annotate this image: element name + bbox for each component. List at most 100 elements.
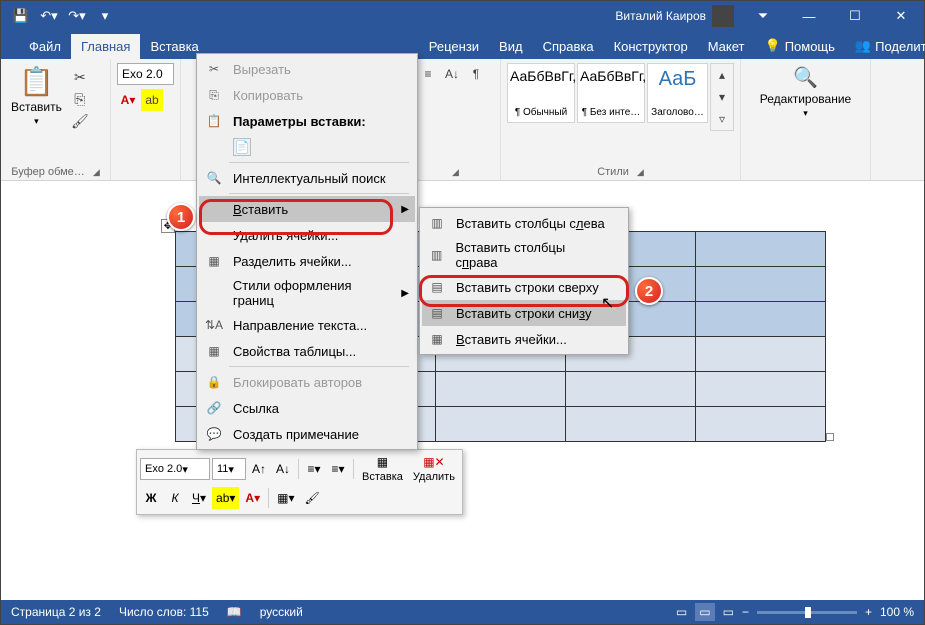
ctx-block-authors[interactable]: 🔒Блокировать авторов: [199, 369, 415, 395]
ctx-table-properties[interactable]: ▦Свойства таблицы...: [199, 338, 415, 364]
editing-button[interactable]: 🔍 Редактирование▾: [747, 63, 864, 121]
cursor-icon: ↖: [601, 293, 614, 313]
ctx-paste-options-header: 📋Параметры вставки:: [199, 108, 415, 134]
zoom-slider[interactable]: [757, 611, 857, 614]
print-layout-icon[interactable]: ▭: [695, 603, 714, 621]
ctx-text-direction[interactable]: ⇅AНаправление текста...: [199, 312, 415, 338]
zoom-level[interactable]: 100 %: [880, 605, 914, 619]
ctx-smart-lookup[interactable]: 🔍Интеллектуальный поиск: [199, 165, 415, 191]
cut-icon[interactable]: ✂: [70, 67, 90, 87]
ctx-insert[interactable]: Вставить▶: [199, 196, 415, 222]
sub-rows-above[interactable]: ▤Вставить строки сверху: [422, 274, 626, 300]
ctx-delete-cells[interactable]: Удалить ячейки...: [199, 222, 415, 248]
numbering-icon[interactable]: ≡▾: [327, 458, 349, 480]
paste-button[interactable]: 📋 Вставить▾: [7, 63, 66, 131]
dialog-launcher-icon[interactable]: ◢: [637, 167, 644, 178]
save-icon[interactable]: 💾: [9, 4, 33, 28]
dialog-launcher-icon[interactable]: ◢: [452, 167, 459, 178]
ctx-split-cells[interactable]: ▦Разделить ячейки...: [199, 248, 415, 274]
tab-help[interactable]: Справка: [533, 34, 604, 59]
tab-review[interactable]: Рецензи: [419, 34, 489, 59]
avatar[interactable]: [712, 5, 734, 27]
titlebar: 💾 ↶▾ ↷▾ ▾ Виталий Каиров ⏷ — ☐ ✕: [1, 1, 924, 31]
font-color-icon[interactable]: A▾: [117, 89, 139, 111]
sub-cols-left[interactable]: ▥Вставить столбцы слева: [422, 210, 626, 236]
sort-icon[interactable]: A↓: [441, 63, 463, 85]
zoom-out-icon[interactable]: −: [742, 605, 749, 619]
close-icon[interactable]: ✕: [878, 1, 924, 31]
tab-table-design[interactable]: Конструктор: [604, 34, 698, 59]
zoom-in-icon[interactable]: +: [865, 605, 872, 619]
bullets-icon[interactable]: ≡▾: [303, 458, 325, 480]
tab-view[interactable]: Вид: [489, 34, 533, 59]
maximize-icon[interactable]: ☐: [832, 1, 878, 31]
share-button[interactable]: 👥Поделиться: [845, 33, 925, 59]
ctx-paste-default[interactable]: 📄: [199, 134, 415, 160]
shrink-font-icon[interactable]: A↓: [272, 458, 294, 480]
context-menu: ✂Вырезать ⎘Копировать 📋Параметры вставки…: [196, 53, 418, 450]
gallery-up-icon[interactable]: ▴: [711, 64, 733, 86]
qat-customize-icon[interactable]: ▾: [93, 4, 117, 28]
show-marks-icon[interactable]: ¶: [465, 63, 487, 85]
ctx-link[interactable]: 🔗Ссылка: [199, 395, 415, 421]
mini-delete-button[interactable]: ▦✕Удалить: [409, 453, 459, 485]
status-language[interactable]: русский: [260, 605, 303, 619]
gallery-more-icon[interactable]: ▿: [711, 108, 733, 130]
align-left-icon[interactable]: ≡: [417, 63, 439, 85]
table-resize-handle[interactable]: [826, 433, 834, 441]
format-painter-icon[interactable]: 🖌: [70, 111, 90, 131]
redo-icon[interactable]: ↷▾: [65, 4, 89, 28]
insert-cols-right-icon: ▥: [428, 246, 445, 264]
comment-icon: 💬: [205, 425, 223, 443]
proofing-icon[interactable]: 📖: [227, 605, 242, 619]
tab-file[interactable]: Файл: [19, 34, 71, 59]
format-painter-icon[interactable]: 🖌: [300, 487, 323, 509]
ctx-cut[interactable]: ✂Вырезать: [199, 56, 415, 82]
status-words[interactable]: Число слов: 115: [119, 605, 209, 619]
read-mode-icon[interactable]: ▭: [676, 605, 687, 619]
highlight-icon[interactable]: ab: [141, 89, 163, 111]
search-icon: 🔍: [205, 169, 223, 187]
mini-font-combo[interactable]: Exo 2.0 ▾: [140, 458, 210, 480]
undo-icon[interactable]: ↶▾: [37, 4, 61, 28]
mini-insert-button[interactable]: ▦Вставка: [358, 453, 407, 485]
lock-icon: 🔒: [205, 373, 223, 391]
font-color-icon[interactable]: A▾: [241, 487, 264, 509]
style-normal[interactable]: АаБбВвГг,¶ Обычный: [507, 63, 575, 123]
table-delete-icon: ▦✕: [423, 455, 444, 469]
underline-icon[interactable]: Ч▾: [188, 487, 210, 509]
user-name: Виталий Каиров: [615, 9, 706, 23]
sub-rows-below[interactable]: ▤Вставить строки снизу: [422, 300, 626, 326]
link-icon: 🔗: [205, 399, 223, 417]
copy-icon[interactable]: ⎘: [70, 89, 90, 109]
dialog-launcher-icon[interactable]: ◢: [93, 167, 100, 178]
tab-home[interactable]: Главная: [71, 34, 140, 59]
sub-cells[interactable]: ▦Вставить ячейки...: [422, 326, 626, 352]
tab-table-layout[interactable]: Макет: [698, 34, 755, 59]
ribbon-tabs: Файл Главная Вставка Рецензи Вид Справка…: [1, 31, 924, 59]
share-icon: 👥: [855, 38, 871, 54]
style-gallery[interactable]: АаБбВвГг,¶ Обычный АаБбВвГг,¶ Без инте… …: [507, 63, 734, 131]
table-move-handle[interactable]: ✥: [161, 219, 175, 233]
ctx-border-styles[interactable]: Стили оформления границ▶: [199, 274, 415, 312]
split-cells-icon: ▦: [205, 252, 223, 270]
ctx-new-comment[interactable]: 💬Создать примечание: [199, 421, 415, 447]
font-name-combo[interactable]: Exo 2.0: [117, 63, 174, 85]
table-insert-icon: ▦: [377, 455, 388, 469]
grow-font-icon[interactable]: A↑: [248, 458, 270, 480]
shading-icon[interactable]: ▦▾: [273, 487, 298, 509]
status-page[interactable]: Страница 2 из 2: [11, 605, 101, 619]
style-no-spacing[interactable]: АаБбВвГг,¶ Без инте…: [577, 63, 645, 123]
help-button[interactable]: 💡Помощь: [755, 33, 845, 59]
style-heading1[interactable]: АаБЗаголово…: [647, 63, 708, 123]
sub-cols-right[interactable]: ▥Вставить столбцы справа: [422, 236, 626, 274]
web-layout-icon[interactable]: ▭: [723, 605, 734, 619]
bold-icon[interactable]: Ж: [140, 487, 162, 509]
ctx-copy[interactable]: ⎘Копировать: [199, 82, 415, 108]
minimize-icon[interactable]: —: [786, 1, 832, 31]
italic-icon[interactable]: К: [164, 487, 186, 509]
highlight-icon[interactable]: ab▾: [212, 487, 239, 509]
ribbon-options-icon[interactable]: ⏷: [740, 1, 786, 31]
gallery-down-icon[interactable]: ▾: [711, 86, 733, 108]
mini-size-combo[interactable]: 11 ▾: [212, 458, 246, 480]
